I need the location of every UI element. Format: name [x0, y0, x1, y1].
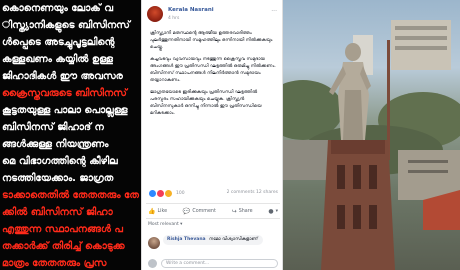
poster-line: ക്രൈസ്തവരുടെ ബിസിനസ്: [2, 88, 127, 99]
poster-text-lines: കൊനെണയും ലോക് വിസ്ത്യാനികളുടെ ബിസിനസ് ൾപ്…: [0, 0, 141, 270]
comment-sort-dropdown[interactable]: Most relevant ▾: [148, 222, 182, 227]
user-avatar: [148, 259, 157, 268]
comments-shares-count[interactable]: 2 comments 12 shares: [227, 190, 278, 195]
post-menu-icon[interactable]: ···: [271, 8, 277, 15]
poster-line: ങ്ങൾക്കുള്ള നിയന്ത്രണം: [2, 139, 109, 150]
statue-scene-illustration: [283, 20, 460, 270]
poster-line: ജിഹാദികൾ ഈ അവസര: [2, 71, 123, 82]
poster-line: ബിസിനസ് ജിഹാദ് ന: [2, 122, 104, 133]
poster-line: ിസ്ത്യാനികളുടെ ബിസിനസ്: [2, 20, 130, 31]
comment-input[interactable]: Write a comment...: [161, 259, 278, 268]
comment-icon: 💬: [182, 207, 191, 215]
reaction-count: 100: [176, 191, 185, 196]
globe-icon: ●: [268, 207, 274, 215]
comment-author[interactable]: Rishja Thevana: [167, 237, 206, 242]
comment-label: Comment: [192, 208, 216, 214]
share-button[interactable]: ↪ Share: [230, 208, 255, 215]
commenter-avatar[interactable]: [148, 237, 160, 249]
poster-line: കൊനെണയും ലോക് വ: [2, 3, 113, 14]
thumbs-up-icon: 👍: [148, 207, 156, 215]
post-stats: 100 2 comments 12 shares: [148, 189, 278, 199]
poster-line: നടത്തിയേക്കാം. ജാഗ്രത: [2, 173, 114, 184]
poster-line: ടാക്കാതെതിൽ തേതതരും തേ: [2, 190, 139, 201]
poster-line: മാത്രം തേതതരും പ്രസ: [2, 258, 107, 269]
share-icon: ↪: [231, 207, 237, 215]
post-timestamp[interactable]: 4 hrs: [168, 16, 179, 21]
poster-line: ൾപ്പെടെ അടച്ചുപൂട്ടലിന്റെ: [2, 37, 115, 48]
chevron-down-icon: ▾: [275, 208, 278, 214]
post-paragraph: കച്ചവടവും വ്യവസായവും നടത്തുന്ന ക്രൈസ്തവ …: [150, 57, 276, 83]
poster-line: തക്കാർക്ക് തിരിച്ച് കൊടുക്ക: [2, 241, 125, 252]
audience-selector[interactable]: ● ▾: [266, 208, 280, 215]
reaction-summary[interactable]: 100: [148, 189, 185, 198]
comment-button[interactable]: 💬 Comment: [181, 208, 218, 215]
post-body: ക്രിസ്ത്യാനി മതസ്ഥന്റെ ആത്മീയ ഉത്തരവാദിത…: [150, 30, 276, 122]
poster-line: എത്തുന്ന സ്ഥാപനങ്ങൾ പ: [2, 224, 123, 235]
like-label: Like: [157, 208, 168, 214]
post-header: Kerala Nasrani 4 hrs ···: [147, 6, 277, 26]
comment-item: Rishja Thevana നമോ വിശ്വാസികളാണ്: [148, 235, 278, 255]
facebook-post-card: Kerala Nasrani 4 hrs ··· ക്രിസ്ത്യാനി മത…: [141, 0, 283, 270]
like-button[interactable]: 👍 Like: [146, 208, 169, 215]
wow-reaction-icon: [164, 189, 173, 198]
page-name[interactable]: Kerala Nasrani: [168, 7, 214, 13]
poster-line: മെ വിഭാഗത്തിന്റെ കീഴില: [2, 156, 118, 167]
poster-line: കൂട്ടതയുള്ള പാലാ പൊല്ലള്ള: [2, 105, 128, 116]
poster-image: കൊനെണയും ലോക് വിസ്ത്യാനികളുടെ ബിസിനസ് ൾപ്…: [0, 0, 141, 270]
poster-line: കള്ളഖണം കയ്യിൽ ഉള്ള: [2, 54, 113, 65]
comment-bubble: Rishja Thevana നമോ വിശ്വാസികളാണ്: [163, 235, 263, 245]
comment-text: നമോ വിശ്വാസികളാണ്: [209, 237, 258, 242]
poster-line: ക്കിൽ ബിസിനസ് ജിഹാ: [2, 207, 113, 218]
page-avatar[interactable]: [147, 6, 163, 22]
post-actions-bar: 👍 Like 💬 Comment ↪ Share ● ▾: [146, 203, 280, 219]
write-comment-row: Write a comment...: [148, 259, 278, 269]
share-label: Share: [238, 208, 253, 214]
statue-photo: [283, 0, 460, 270]
post-paragraph: ജാഗ്രതയോടെ ഇരിക്കുകയും പ്രതിസന്ധി ഘട്ടത്…: [150, 90, 262, 116]
post-paragraph: ക്രിസ്ത്യാനി മതസ്ഥന്റെ ആത്മീയ ഉത്തരവാദിത…: [150, 31, 273, 50]
